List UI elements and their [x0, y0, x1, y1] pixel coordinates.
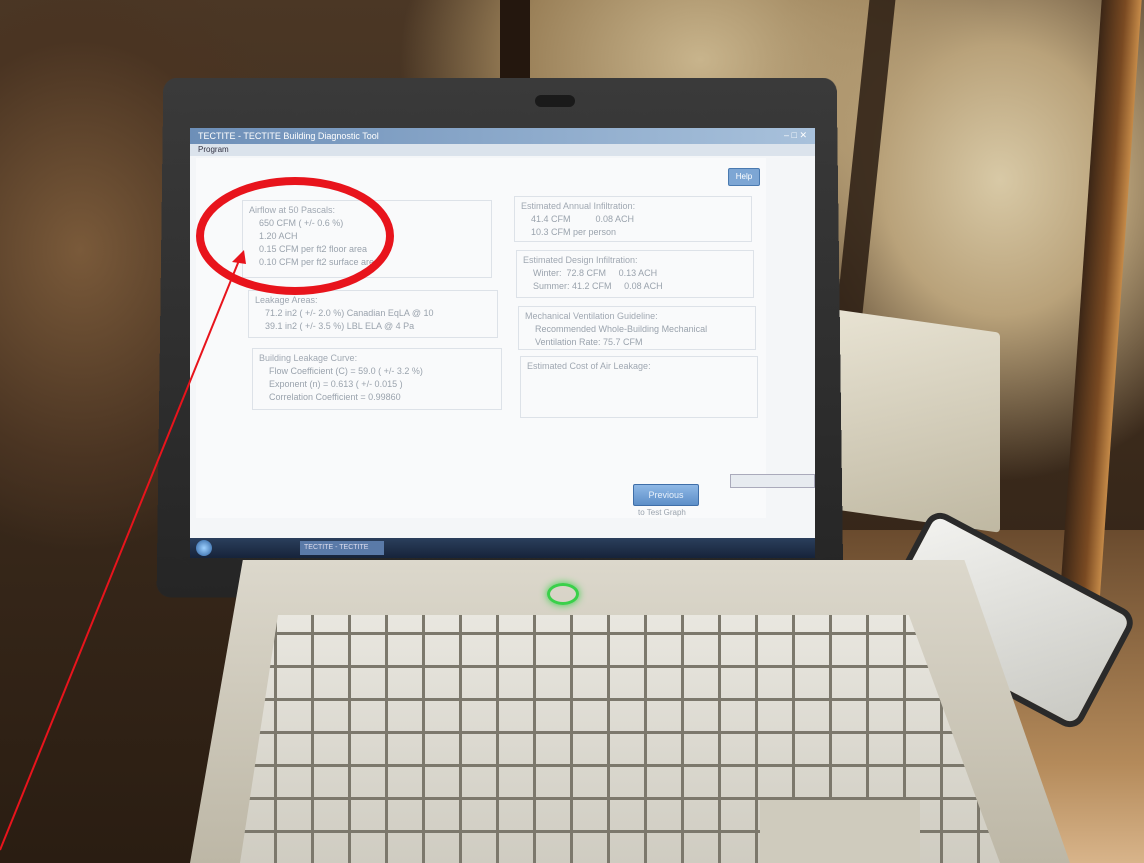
- leakage-curve-group: Building Leakage Curve: Flow Coefficient…: [252, 348, 502, 410]
- correlation-coefficient: Correlation Coefficient = 0.99860: [269, 392, 401, 402]
- menu-program[interactable]: Program: [198, 145, 229, 154]
- window-controls[interactable]: – □ ✕: [784, 130, 807, 141]
- cost-group: Estimated Cost of Air Leakage:: [520, 356, 758, 418]
- start-button[interactable]: [196, 540, 212, 556]
- test-graph-label: to Test Graph: [638, 508, 686, 517]
- airflow-heading: Airflow at 50 Pascals:: [249, 205, 336, 215]
- leakage-areas-group: Leakage Areas: 71.2 in2 ( +/- 2.0 %) Can…: [248, 290, 498, 338]
- menu-bar[interactable]: Program: [190, 144, 815, 156]
- annual-ach: 0.08 ACH: [595, 214, 635, 224]
- summer-cfm: 41.2 CFM: [572, 281, 612, 291]
- airflow-floor: 0.15 CFM per ft2 floor area: [259, 244, 368, 254]
- design-infiltration-heading: Estimated Design Infiltration:: [523, 255, 638, 265]
- results-panel: Airflow at 50 Pascals: 650 CFM ( +/- 0.6…: [196, 158, 766, 518]
- annual-infiltration-group: Estimated Annual Infiltration: 41.4 CFM …: [514, 196, 752, 242]
- airflow-surface: 0.10 CFM per ft2 surface area: [259, 257, 380, 267]
- leakage-curve-heading: Building Leakage Curve:: [259, 353, 358, 363]
- help-button[interactable]: Help: [728, 168, 760, 186]
- taskbar-item[interactable]: TECTITE - TECTITE: [300, 541, 384, 555]
- window-title: TECTITE - TECTITE Building Diagnostic To…: [198, 131, 379, 141]
- summer-label: Summer:: [533, 281, 570, 291]
- cost-heading: Estimated Cost of Air Leakage:: [527, 361, 651, 371]
- design-infiltration-group: Estimated Design Infiltration: Winter: 7…: [516, 250, 754, 298]
- taskbar: TECTITE - TECTITE: [190, 538, 815, 558]
- tray-notification[interactable]: [730, 474, 815, 488]
- summer-ach: 0.08 ACH: [624, 281, 663, 291]
- palm-rest: [760, 800, 920, 863]
- window-titlebar: TECTITE - TECTITE Building Diagnostic To…: [190, 128, 815, 144]
- leakage-ela: 39.1 in2 ( +/- 3.5 %) LBL ELA @ 4 Pa: [265, 321, 415, 331]
- ventilation-line-1: Recommended Whole-Building Mechanical: [535, 324, 708, 334]
- annual-cfm: 41.4 CFM: [531, 214, 571, 224]
- laptop-screen: TECTITE - TECTITE Building Diagnostic To…: [190, 128, 815, 558]
- leakage-areas-heading: Leakage Areas:: [255, 295, 318, 305]
- airflow-ach: 1.20 ACH: [259, 231, 298, 241]
- flow-coefficient: Flow Coefficient (C) = 59.0 ( +/- 3.2 %): [269, 366, 423, 376]
- ventilation-heading: Mechanical Ventilation Guideline:: [525, 311, 658, 321]
- airflow-group: Airflow at 50 Pascals: 650 CFM ( +/- 0.6…: [242, 200, 492, 278]
- power-led-icon: [547, 583, 579, 605]
- webcam: [535, 95, 575, 107]
- ventilation-line-2: Ventilation Rate: 75.7 CFM: [535, 337, 643, 347]
- ventilation-group: Mechanical Ventilation Guideline: Recomm…: [518, 306, 756, 350]
- leakage-eqla: 71.2 in2 ( +/- 2.0 %) Canadian EqLA @ 10: [265, 308, 434, 318]
- winter-ach: 0.13 ACH: [618, 268, 658, 278]
- paper-stack: [820, 307, 1000, 533]
- winter-label: Winter:: [533, 268, 562, 278]
- annual-per-person: 10.3 CFM per person: [531, 227, 617, 237]
- winter-cfm: 72.8 CFM: [566, 268, 607, 278]
- exponent: Exponent (n) = 0.613 ( +/- 0.015 ): [269, 379, 403, 389]
- airflow-cfm: 650 CFM ( +/- 0.6 %): [259, 218, 344, 228]
- previous-button[interactable]: Previous: [633, 484, 699, 506]
- annual-infiltration-heading: Estimated Annual Infiltration:: [521, 201, 636, 211]
